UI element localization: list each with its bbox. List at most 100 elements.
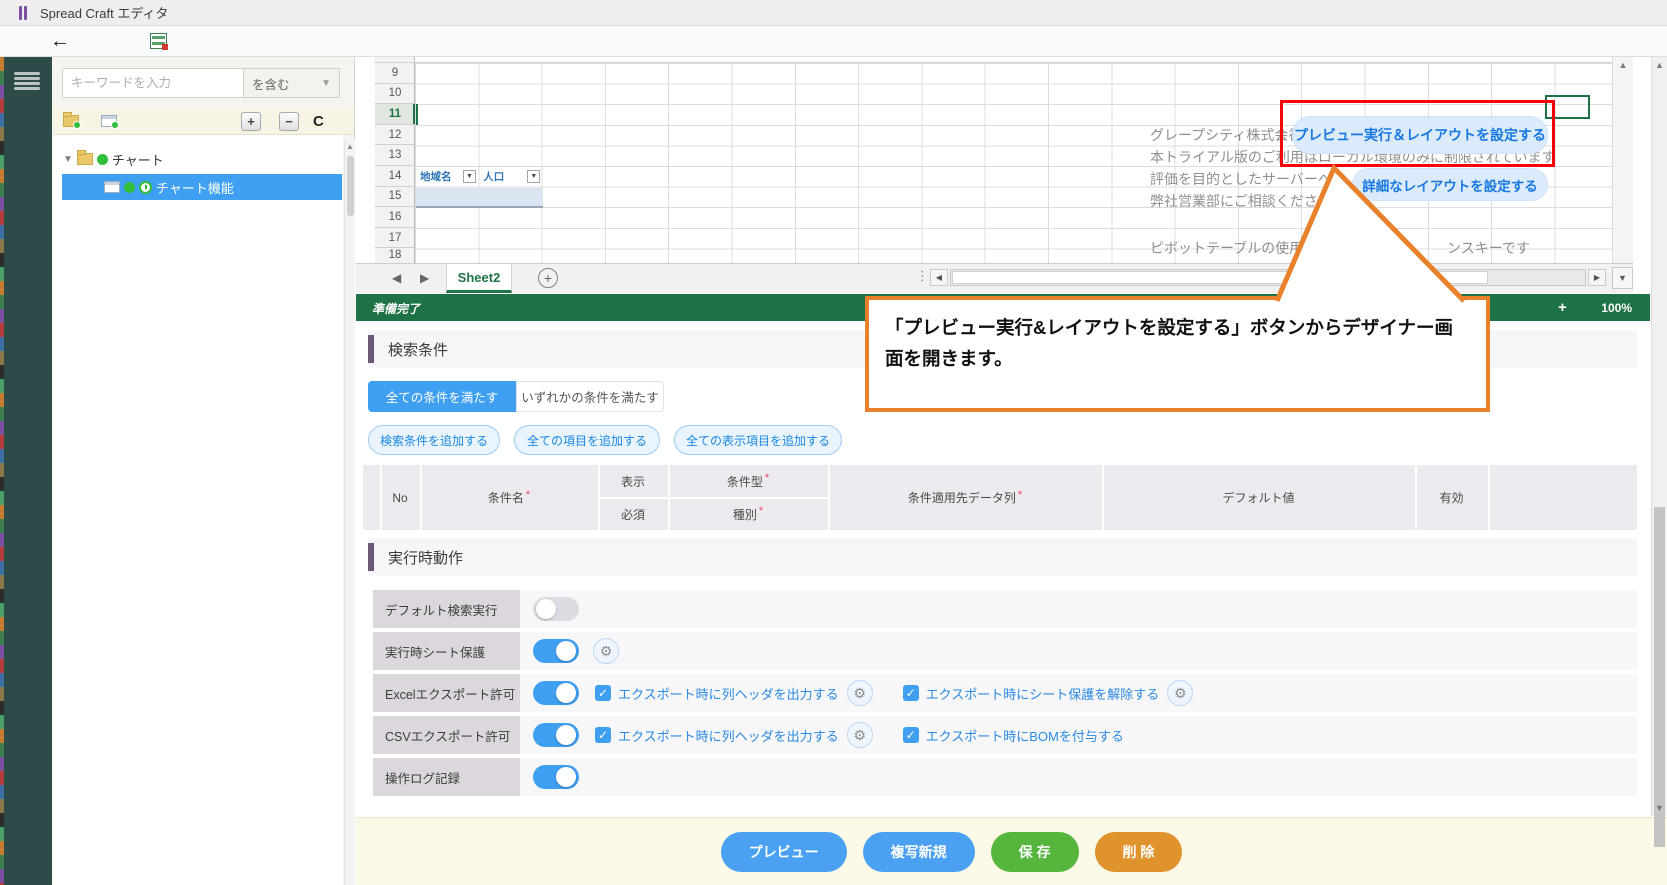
delete-button[interactable]: 削 除 (1095, 832, 1183, 872)
view-icon (104, 181, 120, 193)
runtime-row-operation-log: 操作ログ記録 (373, 758, 1637, 796)
hscroll-left-icon[interactable]: ◀ (930, 269, 948, 286)
tree-expander-icon[interactable]: ▼ (63, 154, 73, 165)
scrollbar-thumb[interactable] (1654, 507, 1665, 847)
scroll-up-icon[interactable]: ▲ (1613, 60, 1633, 70)
row-header[interactable]: 12 (375, 125, 415, 146)
checkbox-label[interactable]: エクスポート時に列ヘッダを出力する (618, 726, 839, 745)
footer-action-bar: プレビュー 複写新規 保 存 削 除 (356, 817, 1667, 885)
expand-all-button[interactable]: + (241, 112, 261, 131)
section-accent-bar (368, 543, 374, 571)
filter-header-label: 人口 (483, 169, 504, 184)
row-header[interactable]: 10 (375, 84, 415, 105)
tabbar-splitter-icon[interactable]: ⋮ (916, 268, 929, 284)
filter-header-population: 人口 ▼ (479, 167, 542, 187)
add-view-icon[interactable] (101, 115, 117, 127)
csv-header-checkbox[interactable]: ✓ (595, 727, 611, 743)
row-header[interactable]: 13 (375, 145, 415, 166)
row-label: 操作ログ記録 (373, 758, 520, 796)
refresh-tree-button[interactable]: C (313, 113, 324, 130)
tree-item-chart[interactable]: ▼ チャート (63, 148, 164, 170)
required-mark: * (759, 505, 763, 517)
chevron-down-icon: ▼ (321, 78, 331, 89)
copy-new-button[interactable]: 複写新規 (863, 832, 975, 872)
excel-export-toggle[interactable] (533, 681, 579, 705)
gear-icon[interactable]: ⚙ (1167, 680, 1193, 706)
detail-layout-button[interactable]: 詳細なレイアウトを設定する (1352, 168, 1548, 201)
window-title: Spread Craft エディタ (40, 3, 168, 22)
checkbox-label[interactable]: エクスポート時にBOMを付与する (926, 726, 1124, 745)
add-sheet-icon[interactable]: + (538, 268, 558, 288)
gear-icon[interactable]: ⚙ (593, 638, 619, 664)
sheet-protect-toggle[interactable] (533, 639, 579, 663)
match-any-tab[interactable]: いずれかの条件を満たす (516, 381, 664, 412)
row-header[interactable]: 14 (375, 166, 415, 187)
zoom-control: + 100% (1552, 294, 1638, 321)
prev-sheet-icon[interactable]: ◀ (392, 271, 401, 285)
sheet-tab[interactable]: Sheet2 (446, 264, 512, 293)
operation-log-toggle[interactable] (533, 765, 579, 789)
row-header[interactable]: 17 (375, 228, 415, 249)
hscroll-right-icon[interactable]: ▶ (1588, 269, 1606, 286)
col-enabled: 有効 (1415, 465, 1488, 530)
csv-bom-checkbox[interactable]: ✓ (903, 727, 919, 743)
gear-icon[interactable]: ⚙ (847, 680, 873, 706)
scroll-up-icon[interactable]: ▲ (345, 142, 355, 151)
checkbox-label[interactable]: エクスポート時にシート保護を解除する (926, 684, 1160, 703)
save-button[interactable]: 保 存 (991, 832, 1079, 872)
app-icon (19, 6, 28, 20)
horizontal-scrollbar-thumb[interactable] (952, 271, 1488, 284)
pivot-notice-left: ピボットテーブルの使用 (1150, 237, 1303, 259)
add-all-items-button[interactable]: 全ての項目を追加する (514, 425, 660, 455)
back-button[interactable]: ← (50, 28, 70, 54)
row-header-active[interactable]: 11 (375, 104, 415, 125)
excel-header-checkbox[interactable]: ✓ (595, 685, 611, 701)
collapse-all-button[interactable]: − (279, 112, 299, 131)
filter-dropdown-icon[interactable]: ▼ (463, 170, 476, 183)
sidebar-scrollbar[interactable]: ▲ (344, 140, 355, 885)
page-vertical-scrollbar[interactable]: ▲ ▼ (1651, 57, 1667, 816)
section-accent-bar (368, 335, 374, 363)
conditions-table-header: No 条件名* 表示 必須 条件型* 種別* 条件適用先データ列* デフォルト値… (363, 465, 1637, 530)
checkbox-label[interactable]: エクスポート時に列ヘッダを出力する (618, 684, 839, 703)
section-title: 検索条件 (388, 339, 448, 360)
add-folder-icon[interactable] (63, 115, 79, 127)
sheet-vertical-scrollbar[interactable]: ▲ (1612, 57, 1633, 263)
add-all-display-items-button[interactable]: 全ての表示項目を追加する (674, 425, 842, 455)
add-search-condition-button[interactable]: 検索条件を追加する (368, 425, 500, 455)
status-ready-text: 準備完了 (372, 300, 420, 317)
vscroll-down-icon[interactable]: ▼ (1612, 267, 1633, 289)
tree-item-label: チャート機能 (156, 178, 234, 197)
match-all-tab[interactable]: 全ての条件を満たす (368, 381, 516, 412)
row-header[interactable]: 15 (375, 187, 415, 208)
filter-dropdown-icon[interactable]: ▼ (527, 170, 540, 183)
excel-unprotect-checkbox[interactable]: ✓ (903, 685, 919, 701)
zoom-in-icon[interactable]: + (1558, 299, 1567, 316)
match-type-select[interactable]: を含む ▼ (244, 68, 340, 98)
row-header[interactable]: 9 (375, 63, 415, 84)
csv-export-toggle[interactable] (533, 723, 579, 747)
search-input[interactable] (62, 68, 244, 98)
preview-button[interactable]: プレビュー (721, 832, 847, 872)
scroll-up-icon[interactable]: ▲ (1652, 60, 1667, 70)
match-type-value: を含む (252, 74, 290, 93)
row-header[interactable]: 18 (375, 248, 415, 262)
titlebar: Spread Craft エディタ (0, 0, 1667, 26)
next-sheet-icon[interactable]: ▶ (420, 271, 429, 285)
button-label: 検索条件を追加する (380, 432, 488, 449)
row-header[interactable]: 16 (375, 207, 415, 228)
tree-item-chart-function[interactable]: チャート機能 (62, 174, 342, 200)
scrollbar-thumb[interactable] (347, 156, 354, 216)
hamburger-menu-icon[interactable] (14, 68, 40, 94)
col-default-value: デフォルト値 (1102, 465, 1415, 530)
runtime-behavior-header: 実行時動作 (368, 538, 1637, 576)
excel-file-icon[interactable] (150, 33, 167, 49)
default-search-toggle[interactable] (533, 597, 579, 621)
col-no: No (380, 465, 420, 530)
scroll-down-icon[interactable]: ▼ (1652, 803, 1667, 813)
tab-label: いずれかの条件を満たす (521, 387, 659, 406)
col-target-column: 条件適用先データ列* (828, 465, 1102, 530)
green-plus-dot (73, 121, 81, 129)
gear-icon[interactable]: ⚙ (847, 722, 873, 748)
col-show: 表示 (598, 465, 668, 497)
